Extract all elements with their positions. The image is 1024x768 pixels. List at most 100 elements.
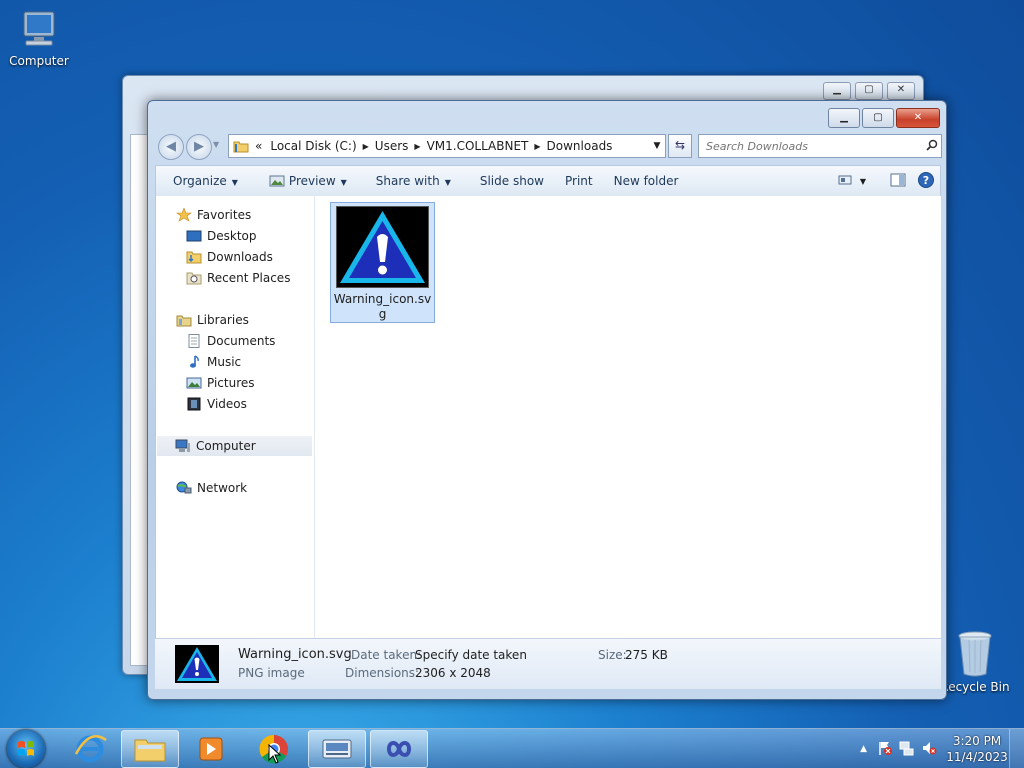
details-thumbnail-icon (175, 645, 219, 683)
nav-music[interactable]: Music (186, 352, 241, 372)
chevron-down-icon: ▼ (340, 178, 347, 187)
computer-icon (16, 10, 62, 52)
show-hidden-icons-button[interactable]: ▲ (860, 744, 867, 754)
nav-documents-label: Documents (207, 334, 276, 348)
explorer-window[interactable]: ▁ ▢ ✕ ◀ ▶ ▼ « Local Disk (C:) ▶ Users ▶ … (147, 100, 947, 700)
nav-recent-places[interactable]: Recent Places (186, 268, 290, 288)
preview-pane-icon (890, 173, 906, 186)
nav-videos[interactable]: Videos (186, 394, 247, 414)
desktop-icon-computer[interactable]: Computer (4, 10, 74, 68)
nav-libraries[interactable]: Libraries (176, 310, 249, 330)
command-bar: Organize ▼ Preview ▼ Share with ▼ Slide sho… (155, 165, 941, 197)
clock-time: 3:20 PM (952, 734, 1002, 748)
chevron-down-icon: ▼ (859, 176, 866, 186)
desktop-icon (186, 229, 202, 243)
close-icon[interactable]: ✕ (887, 82, 915, 100)
window-controls: ▁ ▢ ✕ (828, 108, 940, 128)
details-size-label: Size: (598, 648, 627, 662)
close-button[interactable]: ✕ (896, 108, 940, 128)
nav-network[interactable]: Network (176, 478, 247, 498)
preview-button[interactable]: Preview ▼ (249, 174, 358, 188)
taskbar-keyboard-app[interactable] (308, 730, 366, 768)
new-folder-button[interactable]: New folder (604, 174, 690, 188)
forward-button[interactable]: ▶ (186, 134, 212, 160)
desktop-icon-recycle-bin[interactable]: Recycle Bin (940, 630, 1010, 694)
nav-pictures[interactable]: Pictures (186, 373, 255, 393)
nav-desktop[interactable]: Desktop (186, 226, 257, 246)
chevron-right-icon[interactable]: ▶ (361, 142, 371, 151)
taskbar-windows-explorer[interactable] (121, 730, 179, 768)
nav-downloads[interactable]: Downloads (186, 247, 273, 267)
back-button[interactable]: ◀ (158, 134, 184, 160)
details-dimensions-value: 2306 x 2048 (415, 666, 491, 680)
downloads-folder-icon (186, 250, 202, 264)
nav-documents[interactable]: Documents (186, 331, 275, 351)
search-icon[interactable] (923, 139, 941, 154)
breadcrumb-downloads[interactable]: Downloads (543, 139, 617, 153)
organize-label: Organize (173, 174, 227, 188)
close-icon: ✕ (913, 112, 923, 123)
file-item-warning-icon[interactable]: Warning_icon.svg (330, 202, 435, 323)
details-file-type: PNG image (238, 666, 305, 680)
network-status-icon[interactable] (899, 740, 915, 759)
action-center-flag-icon[interactable] (877, 740, 893, 759)
minimize-icon[interactable]: ▁ (823, 82, 851, 100)
nav-music-label: Music (207, 355, 242, 369)
nav-favorites[interactable]: Favorites (176, 205, 251, 225)
volume-muted-icon[interactable] (921, 740, 937, 759)
system-tray: ▲ 3:20 PM 11/4/2023 (860, 729, 1024, 768)
search-box[interactable] (698, 134, 942, 158)
print-button[interactable]: Print (555, 174, 604, 188)
details-pane: Warning_icon.svg PNG image Date taken: S… (155, 638, 941, 689)
minimize-icon: ▁ (840, 112, 848, 123)
start-button[interactable] (7, 730, 45, 768)
maximize-button[interactable]: ▢ (862, 108, 894, 128)
details-date-label: Date taken: (351, 648, 422, 662)
taskbar-infinity-app[interactable] (370, 730, 428, 768)
help-button[interactable]: ? (918, 171, 934, 191)
libraries-icon (176, 313, 192, 327)
nav-desktop-label: Desktop (207, 229, 257, 243)
chevron-down-icon: ▼ (444, 178, 451, 187)
change-view-button[interactable]: ▼ (838, 174, 866, 189)
breadcrumb-vm1[interactable]: VM1.COLLABNET (423, 139, 533, 153)
mouse-cursor-icon (268, 743, 282, 764)
pictures-icon (186, 376, 202, 390)
nav-videos-label: Videos (207, 397, 247, 411)
show-desktop-button[interactable] (1009, 729, 1024, 768)
windows-logo-icon (18, 741, 34, 756)
breadcrumb-users[interactable]: Users (371, 139, 413, 153)
maximize-icon: ▢ (873, 112, 883, 123)
share-with-label: Share with (375, 174, 440, 188)
maximize-icon[interactable]: ▢ (855, 82, 883, 100)
keyboard-icon (322, 739, 352, 759)
chevron-right-icon[interactable]: ▶ (532, 142, 542, 151)
details-date-value[interactable]: Specify date taken (415, 648, 527, 662)
refresh-button[interactable]: ⇆ (668, 134, 692, 158)
details-file-name: Warning_icon.svg (238, 647, 352, 662)
recent-pages-dropdown[interactable]: ▼ (213, 140, 219, 149)
organize-button[interactable]: Organize ▼ (156, 174, 249, 188)
back-arrow-icon: ◀ (166, 139, 176, 154)
chevron-down-icon: ▼ (231, 178, 238, 187)
breadcrumb-local-disk[interactable]: Local Disk (C:) (266, 139, 360, 153)
search-input[interactable] (699, 138, 923, 154)
network-icon (176, 481, 192, 495)
nav-favorites-label: Favorites (197, 208, 252, 222)
chevron-right-icon[interactable]: ▶ (412, 142, 422, 151)
forward-arrow-icon: ▶ (194, 139, 204, 154)
folder-icon (233, 139, 249, 153)
taskbar-internet-explorer[interactable] (62, 730, 118, 766)
clock-date: 11/4/2023 (946, 750, 1008, 764)
address-overflow[interactable]: « (249, 139, 266, 153)
minimize-button[interactable]: ▁ (828, 108, 860, 128)
taskbar-media-player[interactable] (183, 730, 239, 766)
share-with-button[interactable]: Share with ▼ (358, 174, 462, 188)
nav-computer[interactable]: Computer (157, 436, 312, 456)
slide-show-button[interactable]: Slide show (462, 174, 555, 188)
clock[interactable]: 3:20 PM 11/4/2023 (945, 733, 1009, 765)
chevron-down-icon[interactable]: ▼ (649, 141, 665, 151)
address-bar[interactable]: « Local Disk (C:) ▶ Users ▶ VM1.COLLABNE… (228, 134, 666, 158)
navigation-row: ◀ ▶ ▼ « Local Disk (C:) ▶ Users ▶ VM1.CO… (156, 131, 942, 161)
preview-pane-button[interactable] (890, 173, 906, 190)
